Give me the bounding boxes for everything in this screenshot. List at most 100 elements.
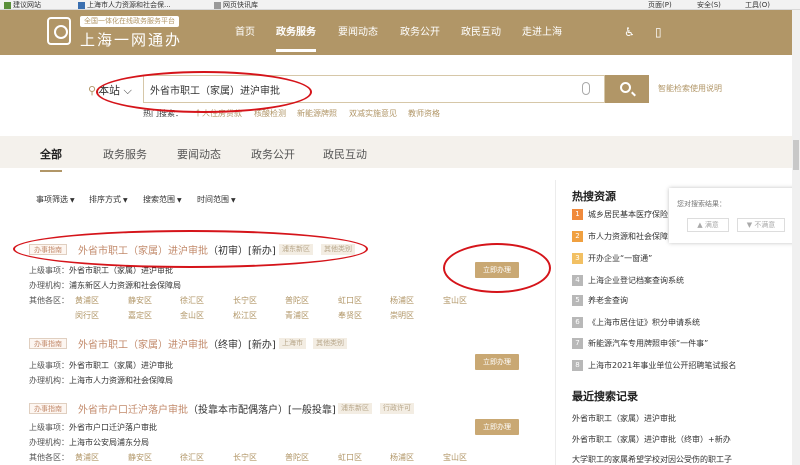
scrollbar-thumb[interactable] <box>793 140 799 170</box>
filter-sort[interactable]: 排序方式 ▼ <box>89 194 128 205</box>
nav-home[interactable]: 首页 <box>235 23 255 38</box>
district-link[interactable]: 闵行区 <box>75 310 99 321</box>
hot-resources-title: 热搜资源 <box>572 190 616 203</box>
page-icon <box>78 1 85 9</box>
tab-all[interactable]: 全部 <box>40 146 62 172</box>
district-link[interactable]: 杨浦区 <box>390 452 414 463</box>
result-superior: 上级事项：外省市户口迁沪落户审批 <box>29 423 157 432</box>
browser-tab-2[interactable]: 网页快讯库 <box>214 0 258 10</box>
hot-resource-item[interactable]: 上海市2021年事业单位公开招聘笔试报名 <box>588 360 736 371</box>
logo-icon[interactable] <box>47 17 71 45</box>
recent-searches-title: 最近搜索记录 <box>572 390 638 403</box>
search-scope-select[interactable]: ⚲ 本站 ⌵ <box>88 82 132 98</box>
result-title[interactable]: 外省市户口迁沪落户审批（投靠本市配偶落户）[一般投靠] <box>78 401 336 416</box>
district-link[interactable]: 嘉定区 <box>128 310 152 321</box>
favorites-link[interactable]: 建议网站 <box>4 0 41 10</box>
hot-resource-item[interactable]: 《上海市居住证》积分申请系统 <box>588 317 700 328</box>
tab-gov-open[interactable]: 政务公开 <box>251 146 295 162</box>
district-link[interactable]: 徐汇区 <box>180 452 204 463</box>
hot-search-item[interactable]: 教师资格 <box>408 108 440 119</box>
district-link[interactable]: 徐汇区 <box>180 295 204 306</box>
recent-search-item[interactable]: 大学职工的家属希望学校对因公受伤的职工子 <box>572 454 732 465</box>
accessibility-icon[interactable]: ♿ <box>624 25 635 39</box>
tab-news[interactable]: 要闻动态 <box>177 146 221 162</box>
nav-gov-open[interactable]: 政务公开 <box>400 23 440 38</box>
hot-search-item[interactable]: 新能源牌照 <box>297 108 337 119</box>
column-divider <box>555 180 556 465</box>
tab-interaction[interactable]: 政民互动 <box>323 146 367 162</box>
filter-time[interactable]: 时间范围 ▼ <box>197 194 236 205</box>
smart-search-help-link[interactable]: 智能检索使用说明 <box>658 83 722 94</box>
microphone-icon[interactable] <box>582 82 590 95</box>
apply-now-button[interactable]: 立即办理 <box>475 262 519 278</box>
district-link[interactable]: 黄浦区 <box>75 452 99 463</box>
unsatisfied-button[interactable]: ▼ 不满意 <box>737 218 785 232</box>
mobile-icon[interactable]: ▯ <box>655 25 662 39</box>
result-category-tag: 行政许可 <box>380 403 414 414</box>
rank-badge: 6 <box>572 317 583 328</box>
recent-search-item[interactable]: 外省市职工（家属）进沪审批（终审）+新办 <box>572 434 731 445</box>
district-link[interactable]: 虹口区 <box>338 295 362 306</box>
feedback-panel: 您对搜索结果： ▲ 满意 ▼ 不满意 <box>669 188 800 243</box>
hot-search-item[interactable]: 双减实施意见 <box>349 108 397 119</box>
district-link[interactable]: 静安区 <box>128 295 152 306</box>
result-title[interactable]: 外省市职工（家属）进沪审批（终审）[新办] <box>78 336 276 351</box>
other-districts-label: 其他各区： <box>29 296 69 305</box>
thumbs-down-icon: ▼ <box>746 221 753 229</box>
rank-badge: 8 <box>572 360 583 371</box>
hot-resource-item[interactable]: 开办企业“一窗通” <box>588 253 652 264</box>
tools-menu[interactable]: 工具(O) <box>745 0 770 10</box>
safety-menu[interactable]: 安全(S) <box>697 0 721 10</box>
district-link[interactable]: 普陀区 <box>285 452 309 463</box>
district-link[interactable]: 虹口区 <box>338 452 362 463</box>
hot-resource-item[interactable]: 新能源汽车专用牌照申领“一件事” <box>588 338 708 349</box>
nav-gov-services[interactable]: 政务服务 <box>276 23 316 52</box>
platform-badge: 全国一体化在线政务服务平台 <box>80 16 179 27</box>
search-input[interactable] <box>150 76 570 102</box>
district-link[interactable]: 静安区 <box>128 452 152 463</box>
district-link[interactable]: 奉贤区 <box>338 310 362 321</box>
caret-down-icon: ▼ <box>231 197 236 204</box>
result-region-tag: 浦东新区 <box>338 403 372 414</box>
nav-about-shanghai[interactable]: 走进上海 <box>522 23 562 38</box>
search-button[interactable] <box>605 75 649 103</box>
tab-gov-services[interactable]: 政务服务 <box>103 146 147 162</box>
district-link[interactable]: 宝山区 <box>443 295 467 306</box>
feedback-question: 您对搜索结果： <box>677 200 726 208</box>
apply-now-button[interactable]: 立即办理 <box>475 354 519 370</box>
site-title[interactable]: 上海一网通办 <box>80 29 182 50</box>
district-link[interactable]: 青浦区 <box>285 310 309 321</box>
filter-item[interactable]: 事项筛选 ▼ <box>36 194 75 205</box>
hot-resource-item[interactable]: 养老金查询 <box>588 295 628 306</box>
district-link[interactable]: 普陀区 <box>285 295 309 306</box>
satisfied-button[interactable]: ▲ 满意 <box>687 218 729 232</box>
thumbs-up-icon: ▲ <box>697 221 703 229</box>
hot-search-item[interactable]: 个人住房贷款 <box>194 108 242 119</box>
district-link[interactable]: 长宁区 <box>233 295 257 306</box>
hot-resource-item[interactable]: 上海企业登记档案查询系统 <box>588 275 684 286</box>
other-districts-label: 其他各区： <box>29 453 69 462</box>
district-link[interactable]: 金山区 <box>180 310 204 321</box>
district-link[interactable]: 崇明区 <box>390 310 414 321</box>
hot-resource-item[interactable]: 城乡居民基本医疗保险 <box>588 209 668 220</box>
recent-search-item[interactable]: 外省市职工（家属）进沪审批 <box>572 413 676 424</box>
result-region-tag: 上海市 <box>279 338 306 349</box>
hot-resource-item[interactable]: 市人力资源和社会保障 <box>588 231 668 242</box>
favorites-icon <box>4 1 11 9</box>
district-link[interactable]: 长宁区 <box>233 452 257 463</box>
browser-tab-1[interactable]: 上海市人力资源和社会保... <box>78 0 171 10</box>
scrollbar-track[interactable] <box>792 10 800 465</box>
district-link[interactable]: 松江区 <box>233 310 257 321</box>
apply-now-button[interactable]: 立即办理 <box>475 419 519 435</box>
filter-scope[interactable]: 搜索范围 ▼ <box>143 194 182 205</box>
result-title[interactable]: 外省市职工（家属）进沪审批（初审）[新办] <box>78 242 276 257</box>
district-link[interactable]: 黄浦区 <box>75 295 99 306</box>
page-menu[interactable]: 页面(P) <box>648 0 672 10</box>
browser-favorites-bar: 建议网站 上海市人力资源和社会保... 网页快讯库 页面(P) 安全(S) 工具… <box>0 0 800 10</box>
district-link[interactable]: 宝山区 <box>443 452 467 463</box>
search-icon <box>620 82 631 93</box>
hot-search-item[interactable]: 核酸检测 <box>254 108 286 119</box>
nav-news[interactable]: 要闻动态 <box>338 23 378 38</box>
nav-interaction[interactable]: 政民互动 <box>461 23 501 38</box>
district-link[interactable]: 杨浦区 <box>390 295 414 306</box>
